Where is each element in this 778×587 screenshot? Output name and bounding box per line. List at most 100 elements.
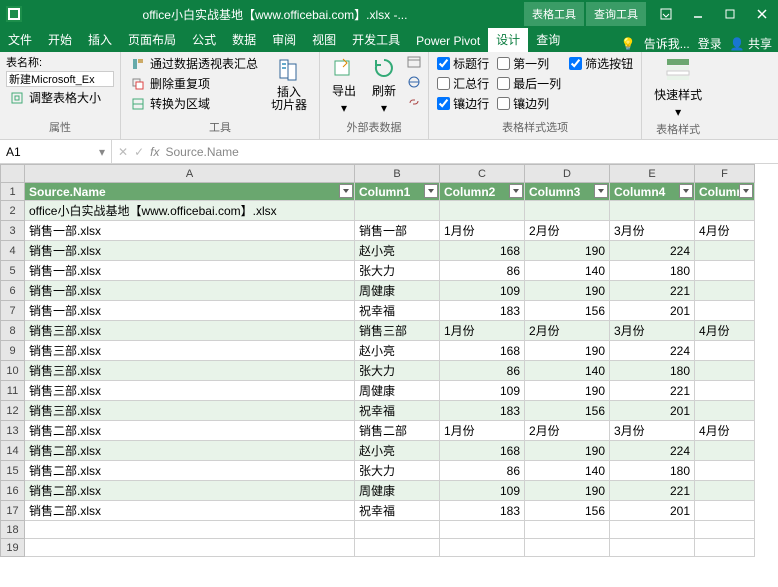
cb-header-row[interactable]: 标题行 (435, 54, 491, 73)
cb-filter-button[interactable]: 筛选按钮 (567, 54, 635, 73)
cell[interactable]: 201 (610, 501, 695, 521)
cell[interactable] (610, 201, 695, 221)
cell[interactable]: 190 (525, 381, 610, 401)
col-header-E[interactable]: E (610, 165, 695, 183)
menu-数据[interactable]: 数据 (224, 27, 264, 52)
cell[interactable]: 190 (525, 341, 610, 361)
col-header-C[interactable]: C (440, 165, 525, 183)
filter-dropdown-icon[interactable] (594, 184, 608, 198)
cell[interactable]: 180 (610, 261, 695, 281)
row-header[interactable]: 6 (1, 281, 25, 301)
row-header[interactable]: 3 (1, 221, 25, 241)
cell[interactable] (25, 539, 355, 557)
cell[interactable]: 周健康 (355, 281, 440, 301)
cell[interactable] (525, 521, 610, 539)
table-header[interactable]: Column3 (525, 183, 610, 201)
cell[interactable] (355, 201, 440, 221)
row-header[interactable]: 2 (1, 201, 25, 221)
filter-dropdown-icon[interactable] (679, 184, 693, 198)
cell[interactable]: 156 (525, 501, 610, 521)
cell[interactable]: 190 (525, 441, 610, 461)
cell[interactable] (695, 521, 755, 539)
worksheet-area[interactable]: ABCDEF1Source.NameColumn1Column2Column3C… (0, 164, 778, 557)
cell[interactable]: 168 (440, 241, 525, 261)
cell[interactable] (440, 201, 525, 221)
unlink-icon[interactable] (406, 94, 422, 110)
cb-total-row[interactable]: 汇总行 (435, 74, 491, 93)
row-header[interactable]: 19 (1, 539, 25, 557)
cell[interactable]: 销售三部.xlsx (25, 361, 355, 381)
tellme-button[interactable]: 告诉我... (644, 35, 690, 52)
cell[interactable]: 1月份 (440, 321, 525, 341)
convert-range-button[interactable]: 转换为区域 (127, 94, 261, 113)
cell[interactable] (695, 539, 755, 557)
cell[interactable] (440, 539, 525, 557)
insert-slicer-button[interactable]: 插入 切片器 (265, 54, 313, 114)
cell[interactable]: 销售二部.xlsx (25, 461, 355, 481)
cell[interactable] (695, 341, 755, 361)
row-header[interactable]: 14 (1, 441, 25, 461)
row-header[interactable]: 18 (1, 521, 25, 539)
cell[interactable]: 109 (440, 281, 525, 301)
cell[interactable]: 销售三部.xlsx (25, 341, 355, 361)
menu-设计[interactable]: 设计 (488, 27, 528, 52)
maximize-button[interactable] (714, 0, 746, 28)
ctx-tab-query-tools[interactable]: 查询工具 (586, 2, 646, 26)
cell[interactable]: 销售二部.xlsx (25, 481, 355, 501)
menu-审阅[interactable]: 审阅 (264, 27, 304, 52)
fx-icon[interactable]: fx (150, 145, 159, 159)
row-header[interactable]: 8 (1, 321, 25, 341)
cell[interactable] (695, 441, 755, 461)
row-header[interactable]: 16 (1, 481, 25, 501)
cell[interactable]: 4月份 (695, 421, 755, 441)
share-button[interactable]: 👤 共享 (730, 35, 772, 52)
cell[interactable]: 3月份 (610, 321, 695, 341)
cell[interactable] (695, 481, 755, 501)
cell[interactable]: 221 (610, 381, 695, 401)
menu-公式[interactable]: 公式 (184, 27, 224, 52)
cell[interactable]: 190 (525, 241, 610, 261)
remove-duplicates-button[interactable]: 删除重复项 (127, 74, 261, 93)
cell[interactable]: 销售二部.xlsx (25, 421, 355, 441)
cell[interactable]: 201 (610, 301, 695, 321)
menu-页面布局[interactable]: 页面布局 (120, 27, 184, 52)
filter-dropdown-icon[interactable] (339, 184, 353, 198)
cell[interactable]: 4月份 (695, 321, 755, 341)
filter-dropdown-icon[interactable] (739, 184, 753, 198)
cell[interactable]: 1月份 (440, 221, 525, 241)
row-header[interactable]: 10 (1, 361, 25, 381)
cell[interactable]: 109 (440, 381, 525, 401)
cell[interactable] (355, 521, 440, 539)
row-header[interactable]: 13 (1, 421, 25, 441)
cell[interactable]: 祝幸福 (355, 401, 440, 421)
row-header[interactable]: 1 (1, 183, 25, 201)
cell[interactable]: 140 (525, 361, 610, 381)
cb-first-col[interactable]: 第一列 (495, 54, 563, 73)
menu-插入[interactable]: 插入 (80, 27, 120, 52)
worksheet-grid[interactable]: ABCDEF1Source.NameColumn1Column2Column3C… (0, 164, 755, 557)
cell[interactable]: 3月份 (610, 421, 695, 441)
cb-last-col[interactable]: 最后一列 (495, 74, 563, 93)
cell[interactable]: 销售一部.xlsx (25, 281, 355, 301)
close-button[interactable] (746, 0, 778, 28)
cell[interactable]: 190 (525, 281, 610, 301)
cell[interactable]: 86 (440, 461, 525, 481)
cell[interactable] (695, 241, 755, 261)
enter-icon[interactable]: ✓ (134, 145, 144, 159)
cell[interactable]: 190 (525, 481, 610, 501)
cell[interactable]: 224 (610, 241, 695, 261)
table-name-input[interactable] (6, 71, 114, 87)
cell[interactable]: 140 (525, 461, 610, 481)
ribbon-options-button[interactable] (650, 0, 682, 28)
row-header[interactable]: 12 (1, 401, 25, 421)
cell[interactable]: 201 (610, 401, 695, 421)
cell[interactable]: 祝幸福 (355, 501, 440, 521)
cell[interactable] (610, 521, 695, 539)
cell[interactable]: 销售二部.xlsx (25, 441, 355, 461)
cell[interactable]: 销售二部.xlsx (25, 501, 355, 521)
refresh-button[interactable]: 刷新▾ (366, 54, 402, 117)
menu-视图[interactable]: 视图 (304, 27, 344, 52)
table-header[interactable]: Column1 (355, 183, 440, 201)
cell[interactable] (695, 261, 755, 281)
cell[interactable] (525, 539, 610, 557)
